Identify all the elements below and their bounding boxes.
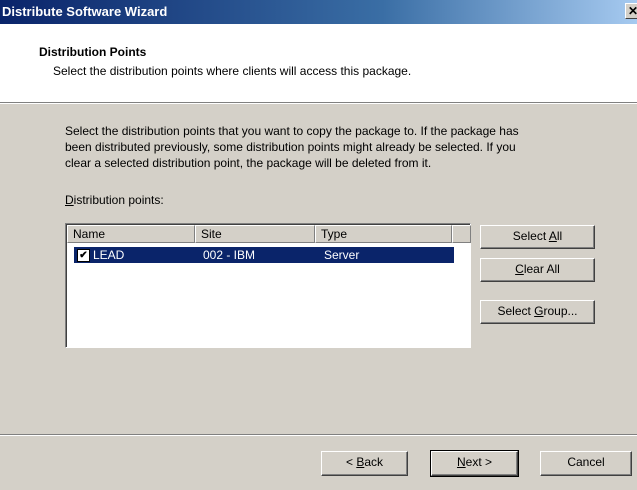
back-button[interactable]: < Back	[321, 451, 408, 476]
footer-divider	[0, 434, 637, 436]
title-bar: Distribute Software Wizard ✕	[0, 0, 637, 24]
instructions-line: Select the distribution points that you …	[65, 124, 519, 138]
select-group-button[interactable]: Select Group...	[480, 300, 595, 324]
close-icon[interactable]: ✕	[625, 3, 637, 19]
instructions-text: Select the distribution points that you …	[65, 123, 625, 171]
select-all-button[interactable]: Select All	[480, 225, 595, 249]
clear-all-button[interactable]: Clear All	[480, 258, 595, 282]
row-site: 002 - IBM	[203, 248, 256, 262]
row-type: Server	[324, 248, 360, 262]
list-header: Name Site Type	[67, 225, 471, 243]
column-header-site[interactable]: Site	[195, 225, 315, 243]
row-name: LEAD	[93, 248, 125, 262]
column-header-name[interactable]: Name	[67, 225, 195, 243]
column-header-type[interactable]: Type	[315, 225, 452, 243]
instructions-line: clear a selected distribution point, the…	[65, 156, 432, 170]
header-divider	[0, 102, 637, 104]
row-checkbox[interactable]: ✔	[77, 249, 90, 262]
page-title: Distribution Points	[39, 45, 147, 59]
distribution-points-label: Distribution points:	[65, 193, 164, 207]
distribution-points-list[interactable]: Name Site Type ✔ LEAD 002 - IBM Server	[65, 223, 471, 348]
cancel-button[interactable]: Cancel	[540, 451, 632, 476]
wizard-header: Distribution Points Select the distribut…	[0, 24, 637, 102]
page-subtitle: Select the distribution points where cli…	[53, 64, 412, 78]
column-header-filler	[452, 225, 471, 243]
window-title: Distribute Software Wizard	[2, 4, 168, 19]
instructions-line: been distributed previously, some distri…	[65, 140, 516, 154]
list-item[interactable]: ✔ LEAD 002 - IBM Server	[74, 247, 454, 263]
next-button[interactable]: Next >	[430, 450, 519, 477]
